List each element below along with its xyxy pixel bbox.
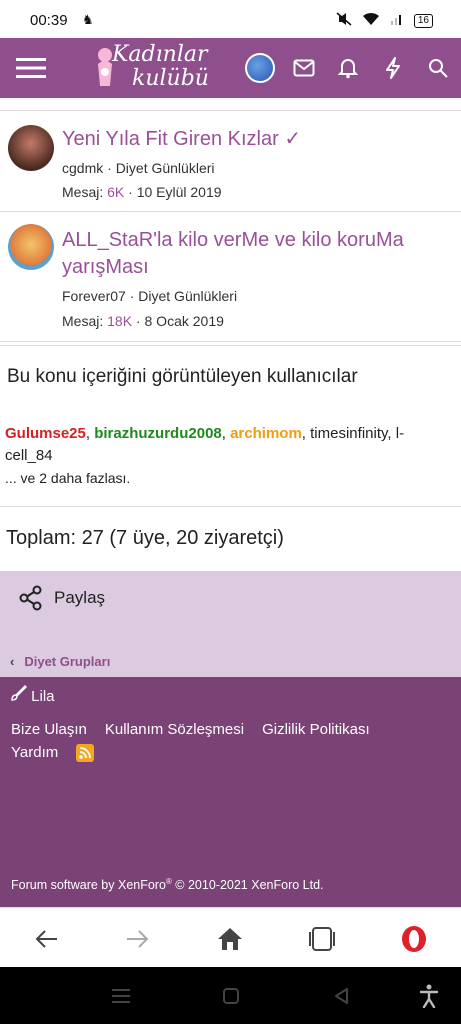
copyright-suffix: © 2010-2021 XenForo Ltd. — [171, 878, 324, 893]
footer-link-contact[interactable]: Bize Ulaşın — [11, 721, 87, 738]
thread-title[interactable]: ALL_StaR'la kilo verMe ve kilo koruMa ya… — [62, 227, 442, 281]
lightning-icon[interactable] — [381, 56, 405, 80]
logo-text-line1: Kadınlar — [112, 42, 208, 67]
opera-menu-icon[interactable] — [400, 925, 428, 953]
viewer-user[interactable]: birazhuzurdu2008 — [94, 425, 222, 442]
chevron-left-icon: ‹ — [10, 654, 15, 669]
messages-count: 6K — [107, 184, 125, 200]
viewers-more: ... ve 2 daha fazlası. — [5, 470, 131, 486]
thread-stats: Mesaj: 6K · 10 Eylül 2019 — [62, 184, 222, 200]
battery-icon: 16 — [413, 13, 433, 28]
status-time: 00:39 — [30, 12, 68, 29]
share-icon — [19, 585, 42, 611]
online-total: Toplam: 27 (7 üye, 20 ziyaretçi) — [6, 527, 284, 549]
viewers-list: Gulumse25, birazhuzurdu2008, archimom, t… — [5, 425, 405, 464]
system-nav-bar — [0, 967, 461, 1024]
thread-meta: Forever07 · Diyet Günlükleri — [62, 288, 238, 304]
share-section: Paylaş ‹ Diyet Grupları — [0, 571, 461, 677]
inbox-icon[interactable] — [292, 56, 316, 80]
tabs-icon[interactable] — [308, 925, 336, 953]
site-navbar: Kadınlar kulübü — [0, 38, 461, 98]
rss-icon[interactable] — [76, 744, 95, 763]
status-icons: 16 — [336, 12, 433, 29]
messages-label: Mesaj: — [62, 313, 104, 329]
thread-stats: Mesaj: 18K · 8 Ocak 2019 — [62, 313, 224, 329]
divider — [0, 506, 461, 507]
back-button-icon[interactable] — [330, 985, 352, 1007]
copyright: Forum software by XenForo® © 2010-2021 X… — [11, 877, 324, 892]
browser-toolbar — [0, 907, 461, 968]
footer-links: Bize Ulaşın Kullanım Sözleşmesi Gizlilik P… — [11, 718, 451, 764]
thread-author[interactable]: cgdmk — [62, 160, 103, 176]
thread-date: 10 Eylül 2019 — [136, 184, 222, 200]
share-button[interactable]: Paylaş — [18, 585, 105, 611]
wifi-icon — [362, 12, 380, 29]
search-icon[interactable] — [426, 56, 450, 80]
viewers-heading: Bu konu içeriğini görüntüleyen kullanıcı… — [7, 366, 358, 387]
bell-icon[interactable] — [336, 56, 360, 80]
style-label: Lila — [31, 688, 55, 705]
site-footer: Lila Bize Ulaşın Kullanım Sözleşmesi Gizli… — [0, 677, 461, 907]
footer-link-privacy[interactable]: Gizlilik Politikası — [262, 721, 370, 738]
site-logo[interactable]: Kadınlar kulübü — [92, 40, 218, 96]
accessibility-icon[interactable] — [418, 984, 440, 1008]
thread-date: 8 Ocak 2019 — [144, 313, 224, 329]
viewer-user[interactable]: Gulumse25 — [5, 425, 86, 442]
thread-author-avatar[interactable] — [8, 224, 54, 270]
thread-card[interactable]: Yeni Yıla Fit Giren Kızlar ✓ cgdmk · Diy… — [0, 110, 461, 213]
breadcrumb[interactable]: ‹ Diyet Grupları — [10, 654, 110, 669]
home-icon[interactable] — [216, 925, 244, 953]
footer-link-terms[interactable]: Kullanım Sözleşmesi — [105, 721, 244, 738]
messages-count: 18K — [107, 313, 133, 329]
viewer-user[interactable]: archimom — [230, 425, 302, 442]
forward-arrow-icon[interactable] — [124, 925, 152, 953]
user-avatar[interactable] — [245, 53, 275, 83]
thread-author-avatar[interactable] — [8, 125, 54, 171]
notification-icon: ♞ — [82, 12, 94, 27]
messages-label: Mesaj: — [62, 184, 104, 200]
back-arrow-icon[interactable] — [32, 925, 60, 953]
menu-icon[interactable] — [16, 56, 46, 80]
thread-author[interactable]: Forever07 — [62, 288, 126, 304]
thread-forum[interactable]: Diyet Günlükleri — [138, 288, 237, 304]
footer-link-help[interactable]: Yardım — [11, 744, 58, 761]
signal-icon — [390, 12, 404, 29]
brush-icon — [11, 685, 31, 705]
logo-text-line2: kulübü — [132, 66, 209, 91]
recents-icon[interactable] — [110, 985, 132, 1007]
thread-title[interactable]: Yeni Yıla Fit Giren Kızlar ✓ — [62, 126, 442, 153]
thread-forum[interactable]: Diyet Günlükleri — [116, 160, 215, 176]
copyright-prefix: Forum software by XenForo — [11, 878, 166, 893]
thread-card[interactable]: ALL_StaR'la kilo verMe ve kilo koruMa ya… — [0, 211, 461, 342]
thread-meta: cgdmk · Diyet Günlükleri — [62, 160, 215, 176]
share-label: Paylaş — [54, 588, 106, 607]
style-chooser[interactable]: Lila — [11, 685, 55, 705]
home-button-icon[interactable] — [220, 985, 242, 1007]
status-bar: 00:39 ♞ 16 — [0, 0, 461, 38]
divider — [0, 345, 461, 346]
mute-icon — [336, 12, 352, 29]
viewer-user[interactable]: timesinfinity — [310, 425, 387, 442]
breadcrumb-label: Diyet Grupları — [24, 654, 111, 669]
